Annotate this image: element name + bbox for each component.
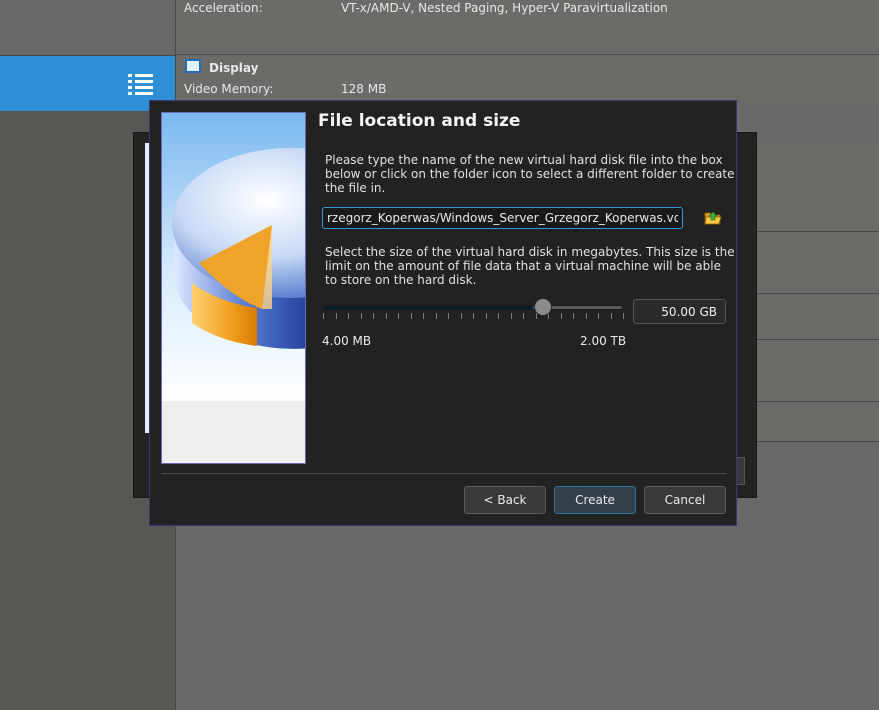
- slider-tick: [573, 313, 574, 319]
- details-row: [738, 341, 879, 402]
- slider-tick: [523, 313, 524, 319]
- slider-tick: [485, 313, 487, 319]
- slider-tick: [623, 313, 624, 319]
- slider-tick: [410, 313, 412, 319]
- display-section: Display Video Memory: 128 MB: [176, 56, 879, 100]
- video-memory-row: Video Memory: 128 MB: [184, 82, 386, 96]
- folder-open-icon[interactable]: [704, 209, 722, 227]
- slider-tick: [510, 313, 512, 319]
- create-button[interactable]: Create: [554, 486, 636, 514]
- back-button[interactable]: < Back: [464, 486, 546, 514]
- details-row: [738, 295, 879, 340]
- details-row: [738, 145, 879, 232]
- slider-tick: [323, 313, 324, 319]
- system-section: Acceleration: VT-x/AMD-V, Nested Paging, …: [176, 0, 879, 55]
- video-memory-value: 128 MB: [341, 82, 387, 96]
- monitor-icon: [185, 59, 201, 73]
- slider-min-label: 4.00 MB: [322, 334, 372, 348]
- cancel-button[interactable]: Cancel: [644, 486, 726, 514]
- slider-tick: [373, 313, 374, 319]
- disk-size-input[interactable]: [633, 299, 726, 324]
- size-instruction-text: Select the size of the virtual hard disk…: [325, 245, 735, 287]
- slider-tick: [360, 313, 362, 319]
- background-button: [736, 457, 745, 485]
- slider-tick: [473, 313, 474, 319]
- details-row: [738, 403, 879, 442]
- slider-tick: [448, 313, 449, 319]
- slider-tick: [435, 313, 437, 319]
- slider-fill: [323, 305, 533, 310]
- slider-max-label: 2.00 TB: [580, 334, 627, 348]
- details-row: [738, 233, 879, 294]
- acceleration-value: VT-x/AMD-V, Nested Paging, Hyper-V Parav…: [341, 1, 668, 15]
- menu-list-icon[interactable]: [128, 73, 154, 95]
- dialog-title: File location and size: [318, 111, 521, 131]
- display-section-title[interactable]: Display: [185, 59, 258, 75]
- wizard-image: [161, 112, 306, 464]
- slider-tick: [460, 313, 462, 319]
- slider-tick: [610, 313, 612, 319]
- slider-tick: [585, 313, 587, 319]
- display-title-text: Display: [209, 61, 259, 75]
- machine-list-item[interactable]: [0, 0, 175, 56]
- slider-tick: [335, 313, 337, 319]
- slider-tick: [348, 313, 349, 319]
- file-path-input[interactable]: [322, 207, 683, 229]
- location-instruction-text: Please type the name of the new virtual …: [325, 153, 735, 195]
- file-location-dialog: File location and size Please type the n…: [149, 100, 737, 526]
- acceleration-label: Acceleration:: [184, 1, 263, 15]
- slider-handle[interactable]: [534, 298, 552, 316]
- slider-tick: [560, 313, 562, 319]
- hard-disk-illustration: [162, 113, 305, 463]
- slider-tick: [423, 313, 424, 319]
- slider-tick: [398, 313, 399, 319]
- acceleration-row: Acceleration: VT-x/AMD-V, Nested Paging, …: [184, 1, 668, 15]
- video-memory-label: Video Memory:: [184, 82, 274, 96]
- slider-tick: [385, 313, 387, 319]
- slider-tick: [598, 313, 599, 319]
- button-separator: [161, 473, 727, 474]
- slider-tick: [498, 313, 499, 319]
